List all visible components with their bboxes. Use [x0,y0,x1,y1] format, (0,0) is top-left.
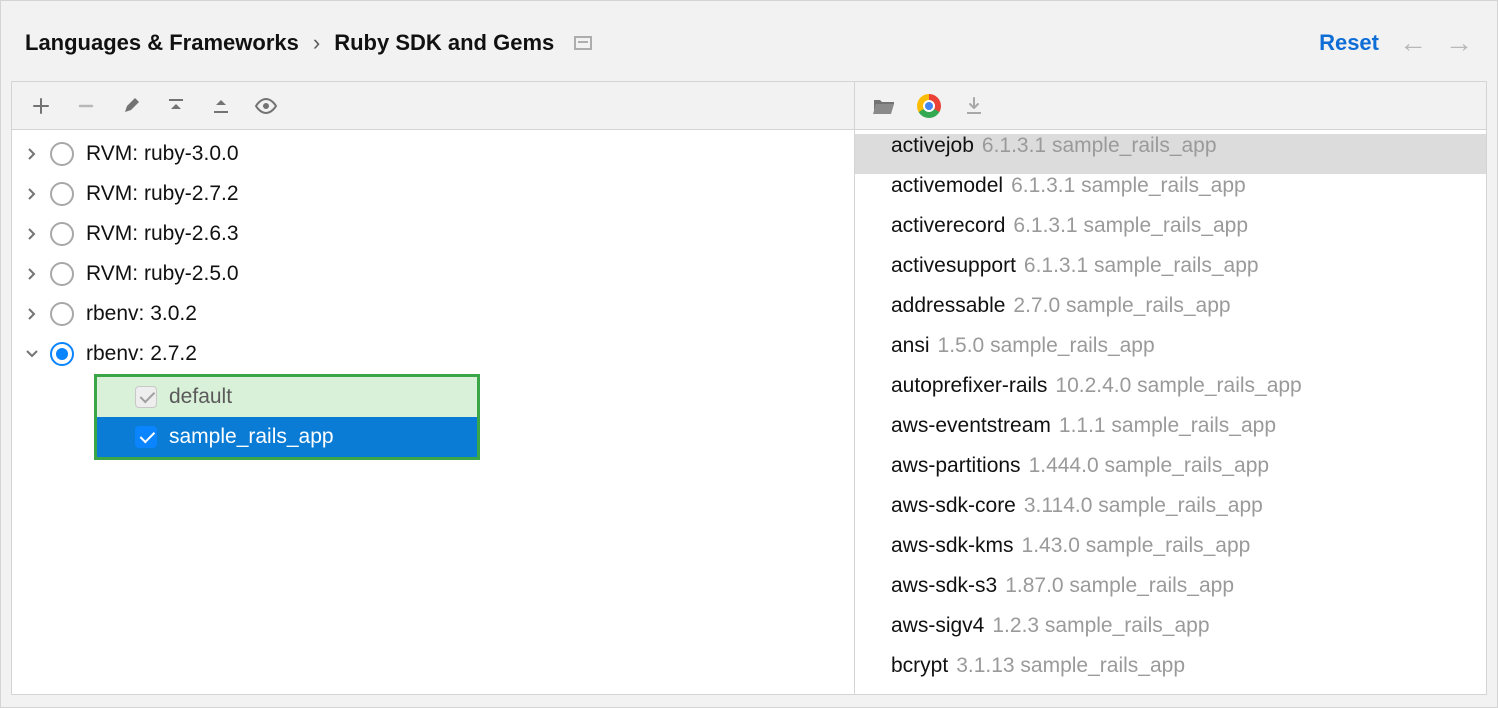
gem-row[interactable]: aws-sdk-kms 1.43.0 sample_rails_app [855,534,1486,574]
gem-meta: 6.1.3.1 sample_rails_app [1013,214,1248,238]
gem-name: aws-sigv4 [891,614,984,638]
sdk-label: RVM: ruby-2.6.3 [86,222,239,246]
gem-meta: 1.43.0 sample_rails_app [1022,534,1251,558]
sdk-row[interactable]: RVM: ruby-2.5.0 [12,254,854,294]
gem-meta: 1.444.0 sample_rails_app [1029,454,1270,478]
gem-meta: 3.114.0 sample_rails_app [1024,494,1263,518]
gemset-checkbox[interactable] [135,426,157,448]
gem-row[interactable]: activerecord 6.1.3.1 sample_rails_app [855,214,1486,254]
gem-row[interactable]: activemodel 6.1.3.1 sample_rails_app [855,174,1486,214]
header: Languages & Frameworks › Ruby SDK and Ge… [11,11,1487,81]
gem-row[interactable]: aws-sdk-s3 1.87.0 sample_rails_app [855,574,1486,614]
breadcrumb-parent[interactable]: Languages & Frameworks [25,30,299,56]
chevron-right-icon[interactable] [22,148,42,160]
sdk-toolbar [12,82,854,130]
gem-name: aws-sdk-kms [891,534,1014,558]
sdk-label: RVM: ruby-3.0.0 [86,142,239,166]
gem-name: activerecord [891,214,1005,238]
sdk-radio[interactable] [50,262,74,286]
open-in-browser-button[interactable] [908,89,950,123]
sdk-row[interactable]: RVM: ruby-3.0.0 [12,134,854,174]
gem-row[interactable]: activesupport 6.1.3.1 sample_rails_app [855,254,1486,294]
gem-meta: 3.1.13 sample_rails_app [956,654,1185,678]
sdk-label: rbenv: 3.0.2 [86,302,197,326]
chevron-right-icon[interactable] [22,188,42,200]
gems-panel: activejob6.1.3.1 sample_rails_appactivem… [855,81,1487,695]
sdk-row[interactable]: rbenv: 2.7.2 [12,334,854,374]
gemset-label: sample_rails_app [169,425,334,449]
sdk-radio[interactable] [50,142,74,166]
sdk-radio[interactable] [50,182,74,206]
breadcrumb: Languages & Frameworks › Ruby SDK and Ge… [25,30,1319,56]
reset-button[interactable]: Reset [1319,30,1379,56]
gem-name: bcrypt [891,654,948,678]
gem-meta: 1.1.1 sample_rails_app [1059,414,1276,438]
expand-all-button[interactable] [155,89,197,123]
chevron-right-icon[interactable] [22,268,42,280]
edit-sdk-button[interactable] [110,89,152,123]
gem-row[interactable]: ansi 1.5.0 sample_rails_app [855,334,1486,374]
gem-meta: 6.1.3.1 sample_rails_app [1011,174,1246,198]
gem-name: aws-eventstream [891,414,1051,438]
show-hidden-button[interactable] [245,89,287,123]
gem-list[interactable]: activejob6.1.3.1 sample_rails_appactivem… [855,130,1486,694]
sdk-label: rbenv: 2.7.2 [86,342,197,366]
gem-name: autoprefixer-rails [891,374,1047,398]
chevron-right-icon[interactable] [22,308,42,320]
gem-name: aws-sdk-core [891,494,1016,518]
open-folder-button[interactable] [863,89,905,123]
sdk-radio[interactable] [50,302,74,326]
gem-row[interactable]: aws-sdk-core 3.114.0 sample_rails_app [855,494,1486,534]
chevron-right-icon: › [313,30,320,56]
gem-row[interactable]: activejob 6.1.3.1 sample_rails_app [855,134,1486,174]
remove-sdk-button[interactable] [65,89,107,123]
gemset-label: default [169,385,232,409]
gem-name: activejob [891,134,974,158]
gem-meta: 2.7.0 sample_rails_app [1013,294,1230,318]
gem-meta: 6.1.3.1 sample_rails_app [982,134,1217,158]
gem-name: addressable [891,294,1005,318]
breadcrumb-current: Ruby SDK and Gems [334,30,554,56]
gem-row[interactable]: bcrypt 3.1.13 sample_rails_app [855,654,1486,694]
sdk-radio[interactable] [50,222,74,246]
gem-name: ansi [891,334,930,358]
gem-row[interactable]: aws-sigv4 1.2.3 sample_rails_app [855,614,1486,654]
gem-name: aws-sdk-s3 [891,574,997,598]
gems-toolbar [855,82,1486,130]
gemset-row[interactable]: sample_rails_app [97,417,477,457]
sdk-label: RVM: ruby-2.7.2 [86,182,239,206]
sdk-row[interactable]: RVM: ruby-2.6.3 [12,214,854,254]
gem-meta: 6.1.3.1 sample_rails_app [1024,254,1259,278]
sdk-tree[interactable]: RVM: ruby-3.0.0 RVM: ruby-2.7.2 RVM: ruby-… [12,130,854,694]
gem-row[interactable]: aws-eventstream 1.1.1 sample_rails_app [855,414,1486,454]
sdk-row[interactable]: rbenv: 3.0.2 [12,294,854,334]
chevron-down-icon[interactable] [22,350,42,358]
gem-meta: 1.87.0 sample_rails_app [1005,574,1234,598]
gemset-highlight-box: default sample_rails_app [94,374,480,460]
nav-forward-icon[interactable]: → [1445,29,1473,57]
gemset-checkbox [135,386,157,408]
gem-row[interactable]: autoprefixer-rails 10.2.4.0 sample_rails_… [855,374,1486,414]
show-only-modified-icon[interactable] [574,36,592,50]
gem-meta: 1.5.0 sample_rails_app [938,334,1155,358]
sdk-row[interactable]: RVM: ruby-2.7.2 [12,174,854,214]
nav-back-icon[interactable]: ← [1399,29,1427,57]
collapse-all-button[interactable] [200,89,242,123]
sdk-panel: RVM: ruby-3.0.0 RVM: ruby-2.7.2 RVM: ruby-… [11,81,855,695]
gem-name: activemodel [891,174,1003,198]
gem-name: activesupport [891,254,1016,278]
gem-meta: 10.2.4.0 sample_rails_app [1055,374,1301,398]
sdk-radio[interactable] [50,342,74,366]
download-gem-button[interactable] [953,89,995,123]
gem-row[interactable]: addressable 2.7.0 sample_rails_app [855,294,1486,334]
gem-row[interactable]: aws-partitions 1.444.0 sample_rails_app [855,454,1486,494]
sdk-label: RVM: ruby-2.5.0 [86,262,239,286]
chrome-icon [917,94,941,118]
gemset-row[interactable]: default [97,377,477,417]
gem-meta: 1.2.3 sample_rails_app [992,614,1209,638]
chevron-right-icon[interactable] [22,228,42,240]
add-sdk-button[interactable] [20,89,62,123]
gem-name: aws-partitions [891,454,1021,478]
